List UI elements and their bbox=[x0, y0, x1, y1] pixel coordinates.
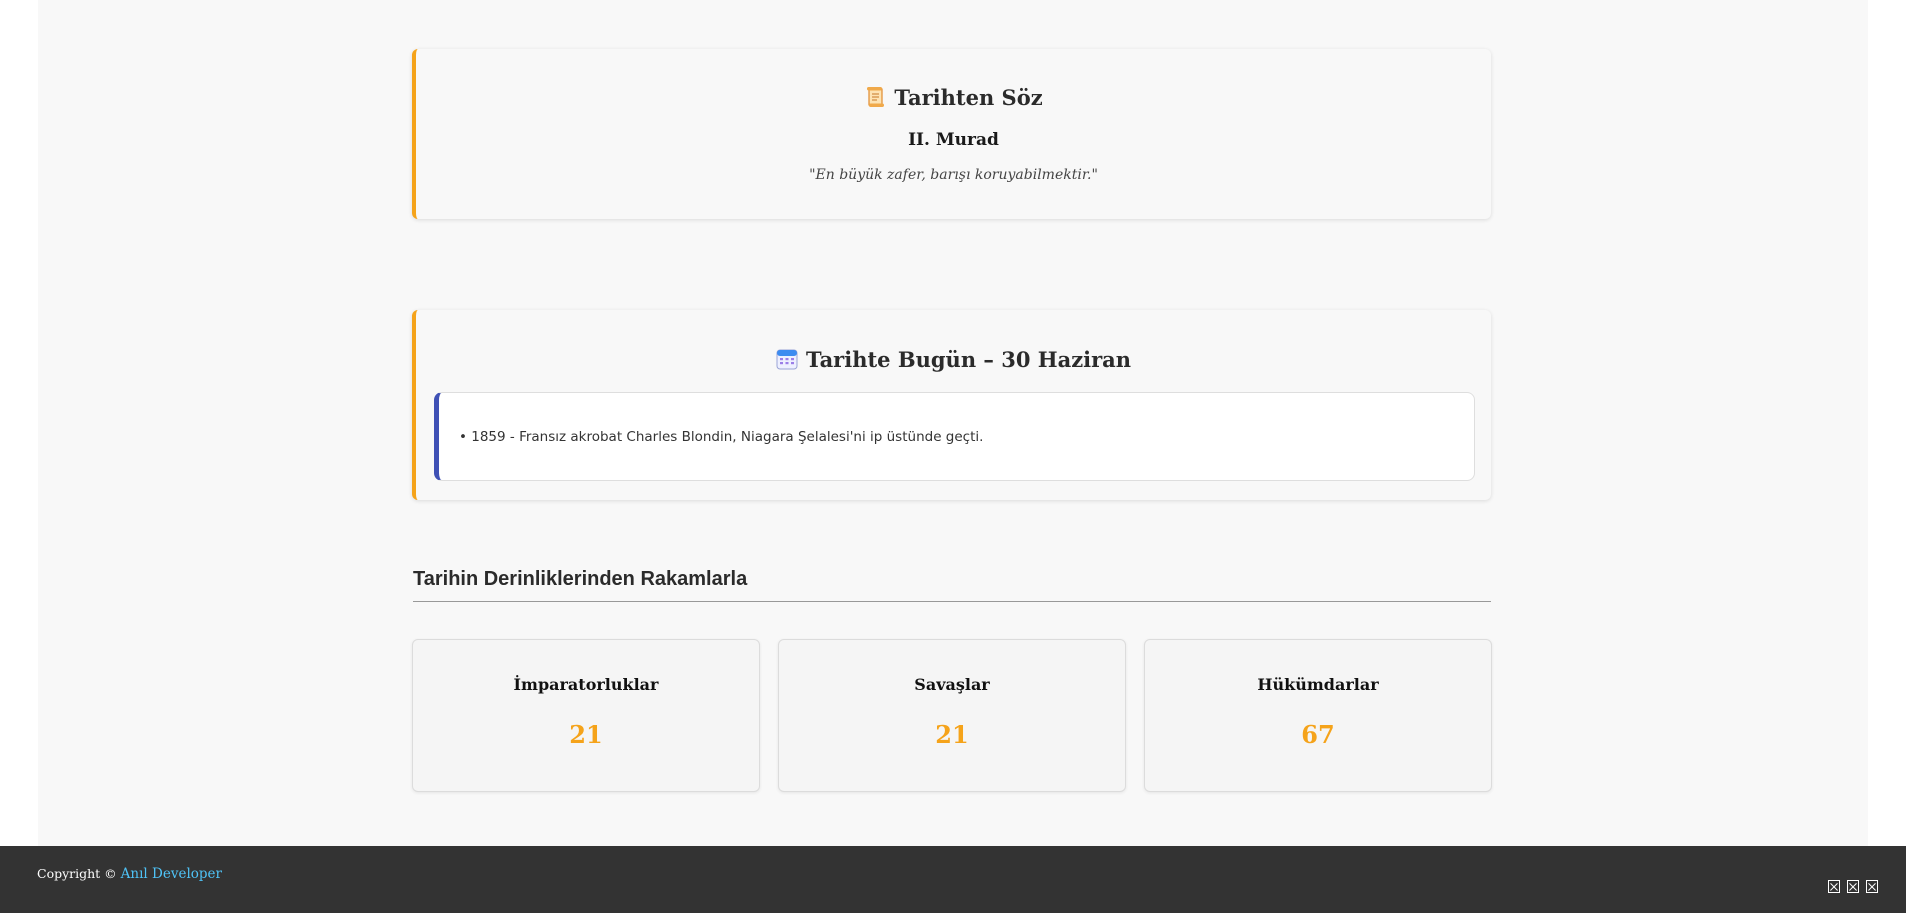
copyright-label: Copyright © bbox=[37, 866, 117, 881]
social-icon-3[interactable] bbox=[1866, 880, 1878, 893]
developer-link[interactable]: Anıl Developer bbox=[121, 866, 222, 882]
stats-section-title: Tarihin Derinliklerinden Rakamlarla bbox=[413, 568, 748, 590]
stat-label: Savaşlar bbox=[914, 675, 990, 694]
copyright-text: Copyright © Anıl Developer bbox=[37, 866, 222, 882]
quote-text: "En büyük zafer, barışı koruyabilmektir.… bbox=[809, 167, 1098, 183]
calendar-icon bbox=[776, 348, 798, 370]
scroll-icon bbox=[864, 86, 886, 108]
event-item: • 1859 - Fransız akrobat Charles Blondin… bbox=[459, 429, 984, 445]
stat-label: Hükümdarlar bbox=[1257, 675, 1379, 694]
social-icon-1[interactable] bbox=[1828, 880, 1840, 893]
stat-label: İmparatorluklar bbox=[513, 675, 659, 694]
quote-card-title: Tarihten Söz bbox=[416, 85, 1491, 110]
social-icon-2[interactable] bbox=[1847, 880, 1859, 893]
event-list: • 1859 - Fransız akrobat Charles Blondin… bbox=[434, 392, 1475, 481]
quote-card: Tarihten Söz II. Murad "En büyük zafer, … bbox=[412, 49, 1491, 219]
today-card-title: Tarihte Bugün – 30 Haziran bbox=[416, 347, 1491, 372]
stat-card-wars: Savaşlar 21 bbox=[778, 639, 1126, 792]
stat-card-empires: İmparatorluklar 21 bbox=[412, 639, 760, 792]
today-in-history-card: Tarihte Bugün – 30 Haziran • 1859 - Fran… bbox=[412, 310, 1491, 500]
stat-value: 67 bbox=[1301, 720, 1335, 749]
footer: Copyright © Anıl Developer bbox=[0, 846, 1906, 913]
quote-title-text: Tarihten Söz bbox=[894, 85, 1043, 110]
stat-value: 21 bbox=[569, 720, 603, 749]
today-title-text: Tarihte Bugün – 30 Haziran bbox=[805, 347, 1132, 372]
footer-social-icons bbox=[1828, 880, 1878, 893]
quote-author: II. Murad bbox=[908, 130, 999, 150]
stat-value: 21 bbox=[935, 720, 969, 749]
stats-divider bbox=[413, 601, 1491, 602]
stat-card-rulers: Hükümdarlar 67 bbox=[1144, 639, 1492, 792]
